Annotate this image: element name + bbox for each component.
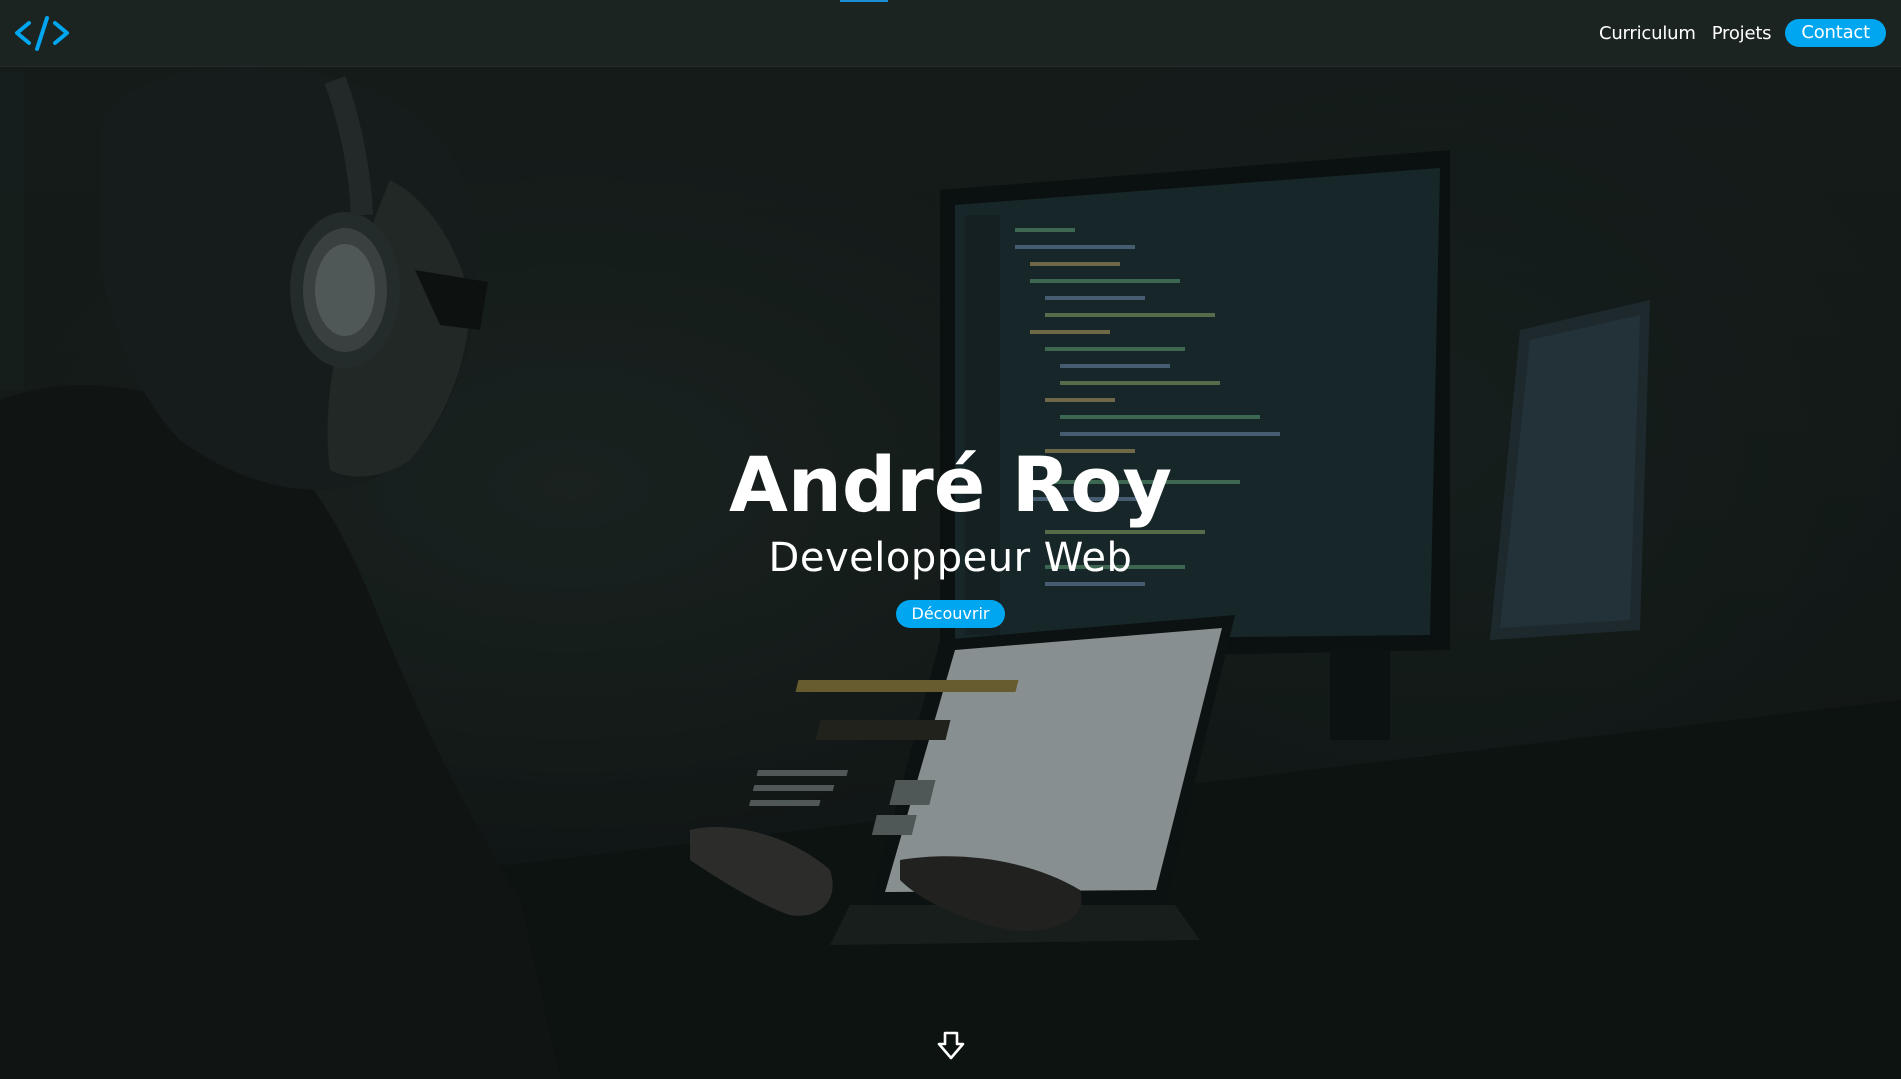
page: Curriculum Projets Contact André Roy Dev… (0, 0, 1901, 1079)
discover-button[interactable]: Découvrir (895, 600, 1006, 628)
hero-subtitle: Developpeur Web (768, 535, 1133, 581)
nav-link-projets[interactable]: Projets (1704, 20, 1780, 47)
nav-link-curriculum[interactable]: Curriculum (1591, 20, 1704, 47)
arrow-down-icon[interactable] (936, 1030, 966, 1062)
navbar: Curriculum Projets Contact (0, 0, 1901, 67)
hero-title: André Roy (728, 440, 1173, 529)
nav-links: Curriculum Projets Contact (1591, 19, 1886, 47)
hero-content: André Roy Developpeur Web Découvrir (0, 440, 1901, 628)
code-brackets-icon[interactable] (14, 14, 70, 52)
nav-active-indicator (840, 0, 888, 2)
contact-button[interactable]: Contact (1785, 19, 1886, 47)
